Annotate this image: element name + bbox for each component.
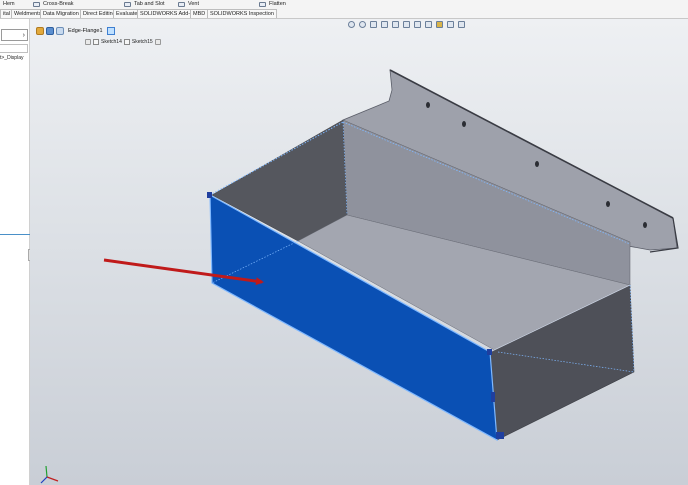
edge-flange-icon[interactable] <box>56 27 64 35</box>
sketch-label[interactable]: Sketch15 <box>132 39 153 45</box>
tab-data-migration[interactable]: Data Migration <box>40 9 82 18</box>
hem-command[interactable]: Hem <box>3 0 15 8</box>
feature-manager-panel: › t>_Display <box>0 19 31 485</box>
view-orientation-icon[interactable] <box>403 20 410 28</box>
breadcrumb-sketches: Sketch14 Sketch15 <box>85 39 161 45</box>
tab-and-slot-icon <box>124 1 131 7</box>
edge-handle[interactable] <box>496 432 504 439</box>
scene-icon[interactable] <box>447 20 454 28</box>
part-icon[interactable] <box>36 27 44 35</box>
hem-label: Hem <box>3 1 15 7</box>
breadcrumb: Edge-Flange1 <box>36 26 115 36</box>
vent-command[interactable]: Vent <box>178 0 199 8</box>
edge-handle[interactable] <box>487 349 492 355</box>
zoom-to-fit-icon[interactable] <box>348 20 355 28</box>
display-item-label[interactable]: t>_Display <box>0 55 23 61</box>
sketch-checkbox[interactable] <box>93 39 99 45</box>
tab-label: Direct Editing <box>83 11 116 17</box>
flatten-icon <box>259 1 266 7</box>
command-tabs: ital Weldments Data Migration Direct Edi… <box>0 8 688 19</box>
flange-hole <box>462 121 466 127</box>
flatten-command[interactable]: Flatten <box>259 0 286 8</box>
appearance-icon[interactable] <box>436 20 443 28</box>
cross-break-icon <box>33 1 40 7</box>
hide-show-icon[interactable] <box>425 20 432 28</box>
view-settings-icon[interactable] <box>458 20 465 28</box>
tab-label: Weldments <box>14 11 42 17</box>
breadcrumb-feature-label[interactable]: Edge-Flange1 <box>66 28 105 34</box>
edge-handle[interactable] <box>207 192 212 198</box>
tab-and-slot-label: Tab and Slot <box>134 1 165 7</box>
tab-label: SOLIDWORKS Add-Ins <box>140 11 198 17</box>
tab-label: Evaluate <box>116 11 138 17</box>
graphics-area[interactable]: Edge-Flange1 Sketch14 Sketch15 <box>30 19 688 485</box>
chevron-right-icon[interactable]: › <box>23 31 25 40</box>
tab-solidworks-inspection[interactable]: SOLIDWORKS Inspection <box>207 9 277 18</box>
cross-break-command[interactable]: Cross-Break <box>33 0 74 8</box>
display-style-icon[interactable] <box>414 20 421 28</box>
triad-icon[interactable] <box>40 465 59 484</box>
sketch-icon[interactable] <box>154 39 161 45</box>
sketch-label[interactable]: Sketch14 <box>101 39 122 45</box>
sketch-icon[interactable] <box>85 39 91 45</box>
face-selection-icon[interactable] <box>106 27 115 35</box>
zoom-to-area-icon[interactable] <box>359 20 366 28</box>
tab-and-slot-command[interactable]: Tab and Slot <box>124 0 165 8</box>
vent-label: Vent <box>188 1 200 7</box>
flange-hole <box>606 201 610 207</box>
panel-divider <box>0 234 30 235</box>
panel-filter-field[interactable] <box>0 44 28 53</box>
tab-mbd[interactable]: MBD <box>190 9 209 18</box>
dynamic-annotation-icon[interactable] <box>392 20 399 28</box>
vent-icon <box>178 1 185 7</box>
edge-handle[interactable] <box>491 392 495 402</box>
previous-view-icon[interactable] <box>370 20 377 28</box>
body-icon[interactable] <box>46 27 54 35</box>
panel-header-box[interactable]: › <box>1 29 28 41</box>
tab-label: Data Migration <box>43 11 79 17</box>
cross-break-label: Cross-Break <box>43 1 74 7</box>
flange-hole <box>643 222 647 228</box>
tab-label: SOLIDWORKS Inspection <box>210 11 274 17</box>
tab-label: MBD <box>193 11 206 17</box>
flange-hole <box>535 161 539 167</box>
heads-up-view-toolbar <box>348 19 465 29</box>
tab-label: ital <box>3 11 11 17</box>
flatten-label: Flatten <box>269 1 286 7</box>
command-manager-row: Hem Cross-Break Tab and Slot Vent Flatte… <box>0 0 688 8</box>
section-view-icon[interactable] <box>381 20 388 28</box>
model-scene[interactable] <box>30 19 688 485</box>
sketch-checkbox[interactable] <box>123 39 130 45</box>
flange-hole <box>426 102 430 108</box>
